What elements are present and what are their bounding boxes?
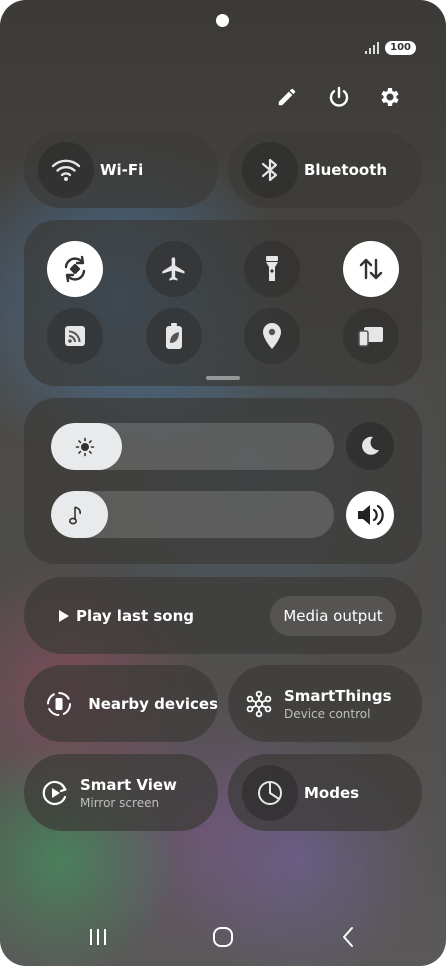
cast-toggle[interactable] [47,308,103,364]
recents-icon [90,929,106,945]
bluetooth-label: Bluetooth [304,161,388,179]
speaker-icon [358,504,384,526]
mobile-data-icon [359,258,383,280]
brightness-slider-fill[interactable] [51,423,122,470]
bluetooth-icon-circle [242,142,298,198]
wifi-icon-circle [38,142,94,198]
wifi-icon [51,159,81,181]
gear-icon [381,88,399,106]
auto-rotate-toggle[interactable] [47,241,103,297]
flashlight-toggle[interactable] [244,241,300,297]
nearby-devices-tile[interactable]: Nearby devices [24,665,218,742]
smart-view-tile[interactable]: Smart View Mirror screen [24,754,218,831]
edit-button[interactable] [271,81,303,113]
nearby-devices-icon [46,691,71,716]
smartthings-sublabel: Device control [284,706,371,721]
smart-view-icon-wrap [30,768,80,818]
volume-slider[interactable] [51,491,334,538]
media-output-button[interactable]: Media output [270,596,396,636]
smart-view-sublabel: Mirror screen [80,795,160,810]
mobile-data-toggle[interactable] [343,241,399,297]
play-last-song-label: Play last song [76,606,195,625]
location-icon [263,323,281,349]
brightness-slider[interactable] [51,423,334,470]
airplane-icon [162,257,185,281]
signal-icon [365,42,380,54]
back-icon [343,927,353,947]
panel-expand-handle[interactable] [206,376,240,380]
smartthings-tile[interactable]: SmartThings Device control [228,665,422,742]
status-bar: 100 [365,41,416,55]
smartthings-text: SmartThings Device control [284,687,392,721]
modes-icon-circle [242,764,298,821]
modes-label: Modes [304,783,360,802]
sound-mode-button[interactable] [346,491,394,539]
modes-icon [258,780,282,805]
link-to-windows-toggle[interactable] [343,308,399,364]
volume-slider-fill[interactable] [51,491,108,538]
smartthings-icon-wrap [234,679,284,729]
play-last-song-button[interactable]: Play last song [58,577,194,654]
smart-view-icon [42,780,67,805]
link-to-windows-icon [358,327,383,347]
power-saving-toggle[interactable] [146,308,202,364]
back-button[interactable] [330,922,366,952]
power-saving-icon [166,323,182,349]
power-icon [329,86,349,107]
home-button[interactable] [205,922,241,952]
wifi-label: Wi-Fi [100,161,144,179]
smartthings-icon [246,690,272,717]
sliders-panel [24,398,422,564]
edit-icon [278,88,296,106]
media-output-label: Media output [283,607,383,625]
music-note-icon [69,505,82,524]
power-button[interactable] [323,81,355,113]
quick-toggles-panel [24,220,422,386]
settings-button[interactable] [374,81,406,113]
sun-icon [76,437,95,456]
nearby-devices-label: Nearby devices [88,694,218,713]
camera-cutout [216,14,229,27]
location-toggle[interactable] [244,308,300,364]
moon-icon [362,436,379,455]
play-icon [59,609,69,622]
battery-badge: 100 [385,41,416,55]
bluetooth-tile[interactable]: Bluetooth [228,132,422,208]
wifi-tile[interactable]: Wi-Fi [24,132,218,208]
quick-panel-screen: 100 Wi-Fi Bluetooth Play last song Media… [0,0,446,966]
home-icon [213,927,233,947]
flashlight-icon [266,256,278,281]
modes-tile[interactable]: Modes [228,754,422,831]
auto-rotate-icon [64,255,86,283]
smart-view-label: Smart View [80,775,177,794]
nearby-devices-icon-wrap [34,679,83,729]
recents-button[interactable] [80,922,116,952]
smartthings-label: SmartThings [284,686,392,705]
airplane-toggle[interactable] [146,241,202,297]
cast-icon [65,326,85,346]
media-panel: Play last song Media output [24,577,422,654]
bluetooth-icon [261,158,278,182]
smart-view-text: Smart View Mirror screen [80,776,177,810]
night-mode-button[interactable] [346,422,394,470]
